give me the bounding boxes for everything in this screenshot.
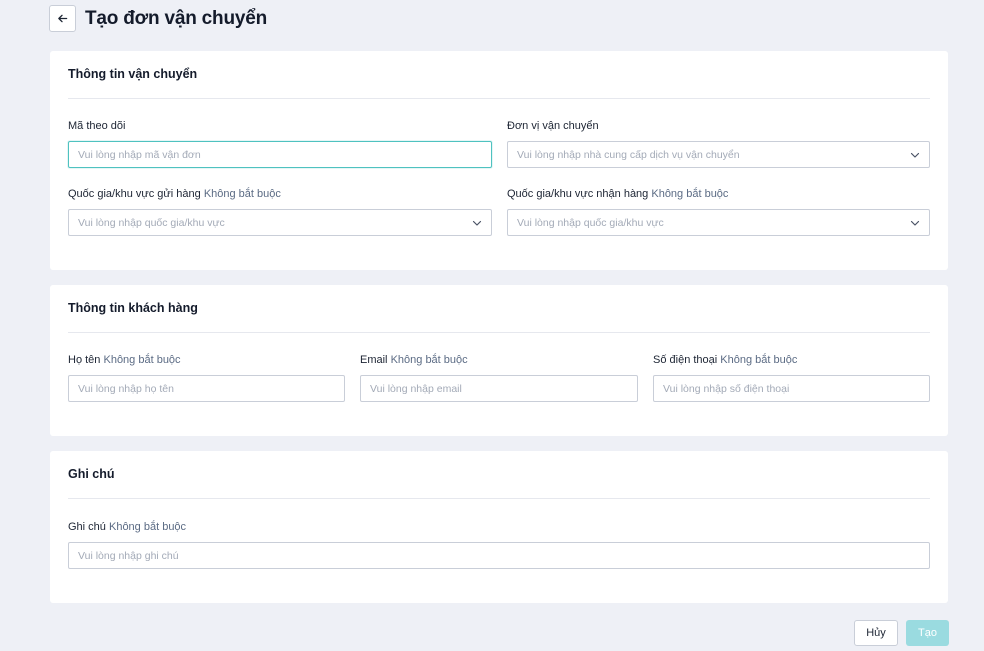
tracking-field: Mã theo dõi Vui lòng nhập mã vận đơn (68, 119, 492, 168)
destination-placeholder: Vui lòng nhập quốc gia/khu vực (517, 216, 664, 229)
email-placeholder: Vui lòng nhập email (370, 382, 462, 395)
phone-input[interactable]: Vui lòng nhập số điện thoại (653, 375, 930, 402)
carrier-select[interactable]: Vui lòng nhập nhà cung cấp dịch vụ vận c… (507, 141, 930, 168)
email-input[interactable]: Vui lòng nhập email (360, 375, 638, 402)
email-label: Email Không bắt buộc (360, 354, 468, 366)
back-button[interactable] (49, 5, 76, 32)
tracking-label: Mã theo dõi (68, 120, 126, 132)
divider (68, 498, 930, 499)
carrier-placeholder: Vui lòng nhập nhà cung cấp dịch vụ vận c… (517, 148, 740, 161)
shipping-info-card: Thông tin vận chuyển Mã theo dõi Vui lòn… (50, 51, 948, 270)
name-placeholder: Vui lòng nhập họ tên (78, 382, 174, 395)
name-label: Họ tên Không bắt buộc (68, 354, 181, 366)
page-header: Tạo đơn vận chuyển (49, 5, 267, 32)
customer-info-title: Thông tin khách hàng (68, 301, 198, 315)
phone-field: Số điện thoại Không bắt buộc Vui lòng nh… (653, 353, 930, 402)
phone-placeholder: Vui lòng nhập số điện thoại (663, 382, 790, 395)
cancel-button[interactable]: Hủy (854, 620, 898, 646)
destination-select[interactable]: Vui lòng nhập quốc gia/khu vực (507, 209, 930, 236)
carrier-field: Đơn vị vận chuyển Vui lòng nhập nhà cung… (507, 119, 930, 168)
create-button[interactable]: Tạo (906, 620, 949, 646)
chevron-down-icon (472, 220, 482, 226)
chevron-down-icon (910, 220, 920, 226)
origin-select[interactable]: Vui lòng nhập quốc gia/khu vực (68, 209, 492, 236)
optional-tag: Không bắt buộc (390, 354, 468, 366)
destination-label: Quốc gia/khu vực nhận hàng Không bắt buộ… (507, 188, 729, 200)
email-field: Email Không bắt buộc Vui lòng nhập email (360, 353, 638, 402)
note-card: Ghi chú Ghi chú Không bắt buộc Vui lòng … (50, 451, 948, 603)
divider (68, 98, 930, 99)
origin-field: Quốc gia/khu vực gửi hàng Không bắt buộc… (68, 187, 492, 236)
tracking-placeholder: Vui lòng nhập mã vận đơn (78, 148, 201, 161)
name-input[interactable]: Vui lòng nhập họ tên (68, 375, 345, 402)
arrow-left-icon (58, 14, 68, 23)
customer-info-card: Thông tin khách hàng Họ tên Không bắt bu… (50, 285, 948, 436)
optional-tag: Không bắt buộc (720, 354, 798, 366)
note-placeholder: Vui lòng nhập ghi chú (78, 549, 179, 562)
name-field: Họ tên Không bắt buộc Vui lòng nhập họ t… (68, 353, 345, 402)
optional-tag: Không bắt buộc (203, 188, 281, 200)
optional-tag: Không bắt buộc (103, 354, 181, 366)
phone-label: Số điện thoại Không bắt buộc (653, 354, 798, 366)
note-title: Ghi chú (68, 467, 115, 481)
origin-placeholder: Vui lòng nhập quốc gia/khu vực (78, 216, 225, 229)
destination-field: Quốc gia/khu vực nhận hàng Không bắt buộ… (507, 187, 930, 236)
note-input[interactable]: Vui lòng nhập ghi chú (68, 542, 930, 569)
page-title: Tạo đơn vận chuyển (85, 7, 267, 29)
divider (68, 332, 930, 333)
shipping-info-title: Thông tin vận chuyển (68, 67, 198, 81)
tracking-input[interactable]: Vui lòng nhập mã vận đơn (68, 141, 492, 168)
note-field: Ghi chú Không bắt buộc Vui lòng nhập ghi… (68, 520, 930, 569)
carrier-label: Đơn vị vận chuyển (507, 120, 599, 132)
origin-label: Quốc gia/khu vực gửi hàng Không bắt buộc (68, 188, 281, 200)
optional-tag: Không bắt buộc (108, 521, 187, 533)
optional-tag: Không bắt buộc (651, 188, 729, 200)
chevron-down-icon (910, 152, 920, 158)
note-label: Ghi chú Không bắt buộc (68, 521, 187, 533)
